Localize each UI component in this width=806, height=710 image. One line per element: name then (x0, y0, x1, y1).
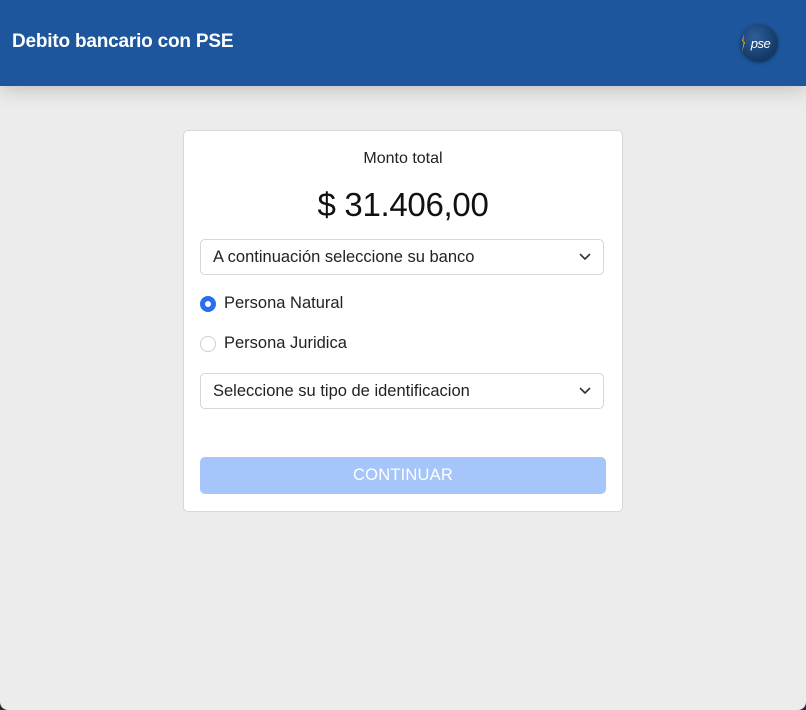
radio-button-unchecked[interactable] (200, 336, 216, 352)
bank-select-value: A continuación seleccione su banco (213, 248, 475, 266)
radio-button-checked[interactable] (200, 296, 216, 312)
chevron-down-icon (579, 253, 591, 260)
logo-label: pse (750, 35, 771, 51)
payment-card: Monto total $ 31.406,00 A continuación s… (183, 130, 623, 512)
radio-label: Persona Juridica (224, 334, 347, 352)
id-type-select[interactable]: Seleccione su tipo de identificacion (200, 373, 604, 409)
id-type-select-value: Seleccione su tipo de identificacion (213, 382, 470, 400)
header-bar: Debito bancario con PSE pse (0, 0, 806, 86)
page-title: Debito bancario con PSE (12, 31, 234, 52)
bank-select[interactable]: A continuación seleccione su banco (200, 239, 604, 275)
spark-icon (742, 34, 745, 52)
pse-logo: pse (740, 24, 778, 62)
chevron-down-icon (579, 387, 591, 394)
app-window: Debito bancario con PSE pse Monto total … (0, 0, 806, 710)
amount-label: Monto total (363, 150, 443, 167)
radio-label: Persona Natural (224, 294, 344, 312)
amount-value: $ 31.406,00 (317, 186, 489, 223)
continue-button[interactable]: CONTINUAR (200, 457, 606, 494)
